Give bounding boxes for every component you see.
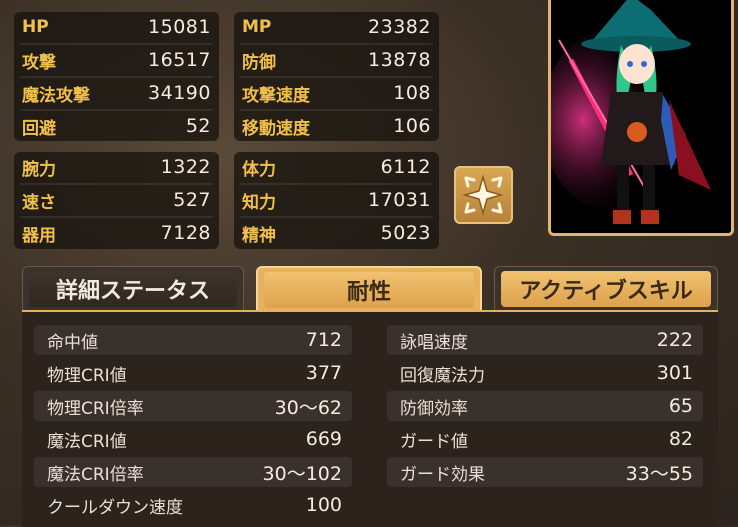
stat-value: 108 bbox=[393, 82, 431, 104]
stat-row-vitality: 体力 6112 bbox=[234, 152, 439, 182]
detail-row: 防御効率 65 bbox=[387, 391, 703, 421]
stat-row-attack: 攻撃 16517 bbox=[14, 45, 219, 75]
stat-value: 1322 bbox=[160, 156, 211, 178]
detail-label: 命中値 bbox=[47, 332, 98, 353]
stat-row-agility: 速さ 527 bbox=[14, 185, 219, 215]
detail-row: 物理CRI値 377 bbox=[34, 358, 352, 388]
tab-resistance[interactable]: 耐性 bbox=[256, 266, 482, 314]
stat-value: 106 bbox=[393, 115, 431, 137]
detail-label: ガード値 bbox=[400, 431, 468, 452]
detail-value: 65 bbox=[668, 395, 693, 417]
detail-row: 物理CRI倍率 30～62 bbox=[34, 391, 352, 421]
stat-value: 5023 bbox=[380, 222, 431, 244]
detail-label: 魔法CRI倍率 bbox=[47, 464, 144, 485]
stat-row-intelligence: 知力 17031 bbox=[234, 185, 439, 215]
detail-value: 712 bbox=[305, 329, 342, 351]
detail-value: 377 bbox=[305, 362, 342, 384]
detail-value: 669 bbox=[305, 428, 342, 450]
detail-row: ガード値 82 bbox=[387, 424, 703, 454]
tab-active-skill[interactable]: アクティブスキル bbox=[494, 266, 718, 312]
tab-label: アクティブスキル bbox=[519, 279, 693, 304]
detail-row: クールダウン速度 100 bbox=[34, 490, 352, 520]
stat-value: 13878 bbox=[368, 49, 431, 71]
detail-label: 回復魔法力 bbox=[400, 365, 485, 386]
detail-row: ガード効果 33～55 bbox=[387, 457, 703, 487]
stat-row-strength: 腕力 1322 bbox=[14, 152, 219, 182]
stat-value: 6112 bbox=[380, 156, 431, 178]
detail-value: 30～62 bbox=[274, 396, 342, 419]
tab-label: 詳細ステータス bbox=[55, 279, 210, 304]
stat-row-evasion: 回避 52 bbox=[14, 111, 219, 141]
detail-value: 30～102 bbox=[262, 462, 342, 485]
detail-row: 魔法CRI値 669 bbox=[34, 424, 352, 454]
stat-value: 34190 bbox=[148, 82, 211, 104]
stat-label: 移動速度 bbox=[242, 118, 310, 139]
detail-label: 物理CRI倍率 bbox=[47, 398, 144, 419]
stat-label: 精神 bbox=[242, 225, 276, 246]
detail-row: 命中値 712 bbox=[34, 325, 352, 355]
detail-row: 詠唱速度 222 bbox=[387, 325, 703, 355]
detail-label: 物理CRI値 bbox=[47, 365, 127, 386]
stat-label: 回避 bbox=[22, 118, 56, 139]
stat-label: 攻撃速度 bbox=[242, 85, 310, 106]
stat-label: 防御 bbox=[242, 52, 276, 73]
detail-label: ガード効果 bbox=[400, 464, 485, 485]
tab-detail-status[interactable]: 詳細ステータス bbox=[22, 266, 244, 312]
stat-label: MP bbox=[242, 17, 272, 37]
stat-value: 16517 bbox=[148, 49, 211, 71]
stat-value: 17031 bbox=[368, 189, 431, 211]
stat-label: 攻撃 bbox=[22, 52, 56, 73]
stat-label: 魔法攻撃 bbox=[22, 85, 90, 106]
detail-row: 回復魔法力 301 bbox=[387, 358, 703, 388]
stat-row-attack-speed: 攻撃速度 108 bbox=[234, 78, 439, 108]
skill-effect-button[interactable] bbox=[454, 166, 513, 224]
stat-label: 知力 bbox=[242, 192, 276, 213]
witch-character-image bbox=[551, 0, 731, 233]
stat-row-move-speed: 移動速度 106 bbox=[234, 111, 439, 141]
detail-label: 魔法CRI値 bbox=[47, 431, 127, 452]
stat-value: 7128 bbox=[160, 222, 211, 244]
stat-row-mp: MP 23382 bbox=[234, 12, 439, 42]
stat-label: 腕力 bbox=[22, 159, 56, 180]
stat-row-hp: HP 15081 bbox=[14, 12, 219, 42]
detail-label: 詠唱速度 bbox=[400, 332, 468, 353]
stat-value: 52 bbox=[185, 115, 211, 137]
stat-value: 15081 bbox=[148, 16, 211, 38]
stat-row-defense: 防御 13878 bbox=[234, 45, 439, 75]
stat-value: 527 bbox=[173, 189, 211, 211]
detail-row: 魔法CRI倍率 30～102 bbox=[34, 457, 352, 487]
detail-value: 82 bbox=[668, 428, 693, 450]
stat-row-spirit: 精神 5023 bbox=[234, 218, 439, 248]
detail-value: 301 bbox=[656, 362, 693, 384]
stat-label: 速さ bbox=[22, 192, 56, 213]
detail-value: 100 bbox=[305, 494, 342, 516]
tab-label: 耐性 bbox=[346, 280, 391, 305]
stat-label: 器用 bbox=[22, 225, 56, 246]
stat-row-magic-attack: 魔法攻撃 34190 bbox=[14, 78, 219, 108]
detail-label: 防御効率 bbox=[400, 398, 468, 419]
detail-label: クールダウン速度 bbox=[47, 497, 183, 518]
stat-row-dexterity: 器用 7128 bbox=[14, 218, 219, 248]
detail-value: 222 bbox=[656, 329, 693, 351]
sparkle-skill-icon bbox=[462, 174, 504, 216]
detail-value: 33～55 bbox=[625, 462, 693, 485]
stat-label: 体力 bbox=[242, 159, 276, 180]
stat-value: 23382 bbox=[368, 16, 431, 38]
character-portrait[interactable] bbox=[548, 0, 734, 236]
stat-label: HP bbox=[22, 17, 49, 37]
